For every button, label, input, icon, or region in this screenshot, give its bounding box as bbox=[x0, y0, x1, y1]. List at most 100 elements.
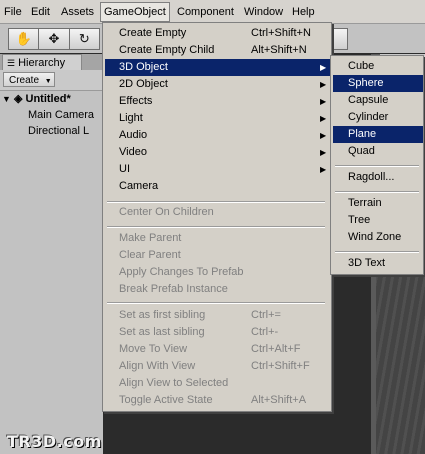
menu-item-label: Camera bbox=[119, 180, 159, 192]
menu-window[interactable]: Window bbox=[244, 4, 283, 20]
menu-item-camera[interactable]: Camera bbox=[105, 178, 331, 195]
submenu-item-label: Capsule bbox=[348, 94, 389, 106]
menu-item-align-view-to-selected[interactable]: Align View to Selected bbox=[105, 375, 331, 392]
menu-item-shortcut: Ctrl+Shift+N bbox=[251, 27, 311, 39]
submenu-item-plane[interactable]: Plane bbox=[333, 126, 423, 143]
submenu-arrow-icon: ▶ bbox=[320, 63, 327, 72]
menu-item-center-on-children[interactable]: Center On Children bbox=[105, 204, 331, 221]
menu-component[interactable]: Component bbox=[177, 4, 234, 20]
transform-tools: ✋ ✥ ↻ bbox=[8, 28, 100, 50]
submenu-arrow-icon: ▶ bbox=[320, 97, 327, 106]
submenu-item-label: Cube bbox=[348, 60, 375, 72]
menu-item-label: Make Parent bbox=[119, 232, 182, 244]
submenu-arrow-icon: ▶ bbox=[320, 131, 327, 140]
scene-grid bbox=[376, 270, 425, 454]
submenu-item-sphere[interactable]: Sphere bbox=[333, 75, 423, 92]
3d-object-submenu: Cube Sphere Capsule Cylinder Plane Quad … bbox=[330, 55, 424, 275]
menu-item-move-to-view[interactable]: Move To View Ctrl+Alt+F bbox=[105, 341, 331, 358]
menu-edit[interactable]: Edit bbox=[31, 4, 50, 20]
submenu-item-cube[interactable]: Cube bbox=[333, 58, 423, 75]
menu-item-align-with-view[interactable]: Align With View Ctrl+Shift+F bbox=[105, 358, 331, 375]
hierarchy-panel: ☰ Hierarchy Create ▼ ▼ ◈ Untitled* Main C… bbox=[0, 54, 103, 454]
menu-gameobject[interactable]: GameObject bbox=[100, 2, 170, 22]
submenu-arrow-icon: ▶ bbox=[320, 114, 327, 123]
submenu-item-label: Sphere bbox=[348, 77, 384, 89]
submenu-item-label: 3D Text bbox=[348, 257, 386, 269]
create-dropdown[interactable]: Create ▼ bbox=[3, 72, 55, 87]
hierarchy-toolbar: Create ▼ bbox=[0, 70, 103, 91]
menu-item-effects[interactable]: Effects ▶ bbox=[105, 93, 331, 110]
scene-row[interactable]: ▼ ◈ Untitled* bbox=[2, 91, 71, 107]
menu-item-apply-changes-to-prefab[interactable]: Apply Changes To Prefab bbox=[105, 264, 331, 281]
menu-item-label: Break Prefab Instance bbox=[119, 283, 228, 295]
move-tool-icon[interactable]: ✥ bbox=[39, 28, 70, 50]
menu-item-shortcut: Alt+Shift+A bbox=[251, 394, 307, 406]
toolbar-button[interactable] bbox=[332, 28, 348, 50]
menu-item-label: Video bbox=[119, 146, 147, 158]
menu-item-light[interactable]: Light ▶ bbox=[105, 110, 331, 127]
menu-item-shortcut: Ctrl+Shift+F bbox=[251, 360, 310, 372]
menu-item-label: Create Empty bbox=[119, 27, 187, 39]
tab-hierarchy[interactable]: ☰ Hierarchy bbox=[2, 54, 82, 70]
menu-item-label: 2D Object bbox=[119, 78, 168, 90]
submenu-item-label: Ragdoll... bbox=[348, 171, 395, 183]
create-dropdown-label: Create bbox=[9, 75, 40, 86]
submenu-item-tree[interactable]: Tree bbox=[333, 212, 423, 229]
unity-scene-icon: ◈ bbox=[13, 93, 23, 105]
hierarchy-item-directional-light[interactable]: Directional L bbox=[28, 123, 89, 139]
submenu-item-cylinder[interactable]: Cylinder bbox=[333, 109, 423, 126]
menu-item-clear-parent[interactable]: Clear Parent bbox=[105, 247, 331, 264]
tab-hierarchy-label: Hierarchy bbox=[18, 57, 66, 69]
submenu-item-label: Cylinder bbox=[348, 111, 389, 123]
menu-item-make-parent[interactable]: Make Parent bbox=[105, 230, 331, 247]
menu-item-label: Move To View bbox=[119, 343, 188, 355]
gameobject-menu: Create Empty Ctrl+Shift+N Create Empty C… bbox=[102, 22, 332, 412]
submenu-item-quad[interactable]: Quad bbox=[333, 143, 423, 160]
menu-file[interactable]: File bbox=[4, 4, 22, 20]
menu-separator bbox=[335, 191, 419, 193]
menu-help[interactable]: Help bbox=[292, 4, 315, 20]
hierarchy-item-main-camera[interactable]: Main Camera bbox=[28, 107, 94, 123]
submenu-item-label: Tree bbox=[348, 214, 371, 226]
menu-item-label: Center On Children bbox=[119, 206, 214, 218]
menu-item-break-prefab-instance[interactable]: Break Prefab Instance bbox=[105, 281, 331, 298]
expand-arrow-icon[interactable]: ▼ bbox=[2, 94, 11, 104]
menu-item-set-as-last-sibling[interactable]: Set as last sibling Ctrl+- bbox=[105, 324, 331, 341]
menu-separator bbox=[107, 201, 325, 203]
menu-separator bbox=[335, 165, 419, 167]
submenu-arrow-icon: ▶ bbox=[320, 148, 327, 157]
submenu-item-ragdoll[interactable]: Ragdoll... bbox=[333, 169, 423, 186]
menu-bar: File Edit Assets GameObject Component Wi… bbox=[0, 0, 425, 24]
menu-item-label: Create Empty Child bbox=[119, 44, 215, 56]
submenu-item-wind-zone[interactable]: Wind Zone bbox=[333, 229, 423, 246]
submenu-item-terrain[interactable]: Terrain bbox=[333, 195, 423, 212]
menu-item-set-as-first-sibling[interactable]: Set as first sibling Ctrl+= bbox=[105, 307, 331, 324]
submenu-item-label: Wind Zone bbox=[348, 231, 402, 243]
menu-item-create-empty[interactable]: Create Empty Ctrl+Shift+N bbox=[105, 25, 331, 42]
menu-item-video[interactable]: Video ▶ bbox=[105, 144, 331, 161]
menu-item-create-empty-child[interactable]: Create Empty Child Alt+Shift+N bbox=[105, 42, 331, 59]
submenu-item-3d-text[interactable]: 3D Text bbox=[333, 255, 423, 272]
scene-name: Untitled* bbox=[25, 93, 71, 105]
menu-item-shortcut: Ctrl+Alt+F bbox=[251, 343, 301, 355]
menu-item-audio[interactable]: Audio ▶ bbox=[105, 127, 331, 144]
hand-tool-icon[interactable]: ✋ bbox=[8, 28, 40, 50]
submenu-arrow-icon: ▶ bbox=[320, 80, 327, 89]
submenu-item-label: Terrain bbox=[348, 197, 382, 209]
list-icon: ☰ bbox=[7, 58, 16, 68]
menu-item-shortcut: Alt+Shift+N bbox=[251, 44, 307, 56]
menu-item-label: Audio bbox=[119, 129, 148, 141]
menu-separator bbox=[107, 302, 325, 304]
menu-item-ui[interactable]: UI ▶ bbox=[105, 161, 331, 178]
menu-item-toggle-active-state[interactable]: Toggle Active State Alt+Shift+A bbox=[105, 392, 331, 409]
menu-item-2d-object[interactable]: 2D Object ▶ bbox=[105, 76, 331, 93]
menu-item-label: Toggle Active State bbox=[119, 394, 213, 406]
menu-item-label: Apply Changes To Prefab bbox=[119, 266, 244, 278]
menu-item-3d-object[interactable]: 3D Object ▶ bbox=[105, 59, 331, 76]
watermark-logo: TR3D.com bbox=[7, 432, 102, 451]
submenu-item-capsule[interactable]: Capsule bbox=[333, 92, 423, 109]
menu-assets[interactable]: Assets bbox=[61, 4, 94, 20]
rotate-tool-icon[interactable]: ↻ bbox=[69, 28, 100, 50]
submenu-arrow-icon: ▶ bbox=[320, 165, 327, 174]
menu-item-label: 3D Object bbox=[119, 61, 168, 73]
